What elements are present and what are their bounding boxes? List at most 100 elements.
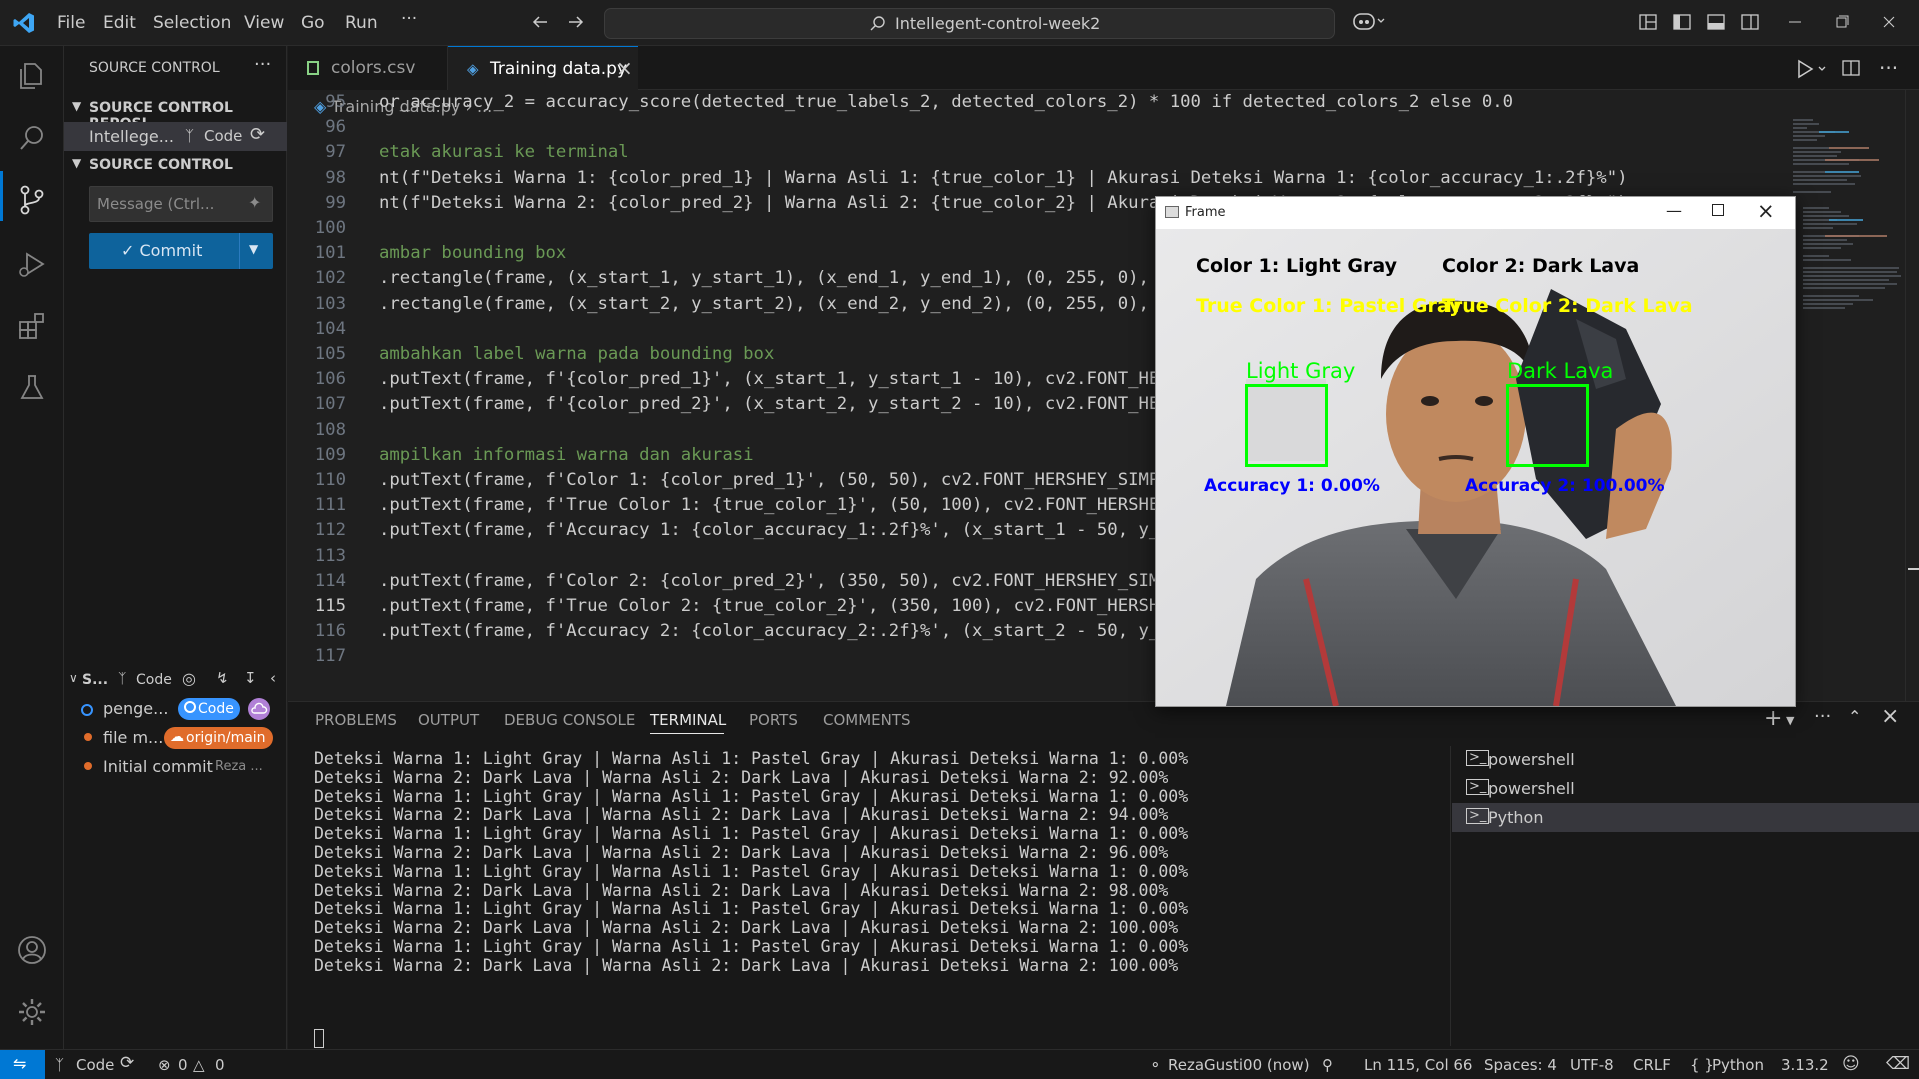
- restore-icon[interactable]: [1834, 12, 1850, 32]
- accounts-icon[interactable]: [16, 934, 48, 966]
- editor-scrollbar[interactable]: [1905, 90, 1919, 701]
- copilot-icon[interactable]: [1352, 10, 1386, 32]
- panel-more-icon[interactable]: ···: [1814, 706, 1831, 727]
- branch-icon: ᛉ: [118, 671, 127, 687]
- menu-go[interactable]: Go: [301, 13, 325, 33]
- sync-icon[interactable]: ⟳: [120, 1053, 134, 1073]
- manage-gear-icon[interactable]: [16, 996, 48, 1028]
- extensions-icon[interactable]: [16, 310, 48, 342]
- terminal-name: powershell: [1488, 779, 1575, 798]
- overlay-label-1: Light Gray: [1246, 359, 1356, 383]
- code-line[interactable]: 95 or_accuracy_2 = accuracy_score(detecte…: [288, 92, 1788, 117]
- frame-minimize-icon[interactable]: —: [1666, 201, 1682, 220]
- run-debug-icon[interactable]: [16, 248, 48, 280]
- menu-view[interactable]: View: [244, 13, 284, 33]
- status-position[interactable]: Ln 115, Col 66: [1364, 1056, 1472, 1074]
- terminal-list-item-active[interactable]: >_ Python: [1452, 803, 1919, 832]
- toggle-panel-icon[interactable]: [1706, 12, 1726, 32]
- split-editor-icon[interactable]: [1841, 58, 1861, 78]
- menu-run[interactable]: Run: [345, 13, 378, 33]
- close-panel-icon[interactable]: ×: [1881, 704, 1899, 729]
- code-line[interactable]: 98 nt(f"Deteksi Warna 1: {color_pred_1} |…: [288, 168, 1788, 193]
- commit-message-placeholder: Message (Ctrl...: [97, 195, 215, 213]
- copilot-status-icon[interactable]: ☺: [1842, 1054, 1860, 1074]
- close-tab-icon[interactable]: ×: [616, 56, 633, 80]
- tab-colors-csv[interactable]: colors.csv: [288, 46, 448, 90]
- repositories-section-header[interactable]: ▼ SOURCE CONTROL REPOSI...: [64, 94, 287, 132]
- terminal-dropdown-icon[interactable]: ▼: [1786, 714, 1794, 727]
- menu-file[interactable]: File: [57, 13, 85, 33]
- commit-button[interactable]: ✓ Commit ▼: [89, 233, 273, 269]
- line-number: 96: [325, 117, 346, 138]
- code-line[interactable]: 96: [288, 117, 1788, 142]
- more-actions-icon[interactable]: ‹: [270, 669, 276, 687]
- search-view-icon[interactable]: [16, 122, 48, 154]
- explorer-icon[interactable]: [16, 60, 48, 92]
- pull-icon[interactable]: ↧: [244, 669, 257, 687]
- overlay-label-2: Dark Lava: [1507, 359, 1614, 383]
- terminal-list-item[interactable]: >_ powershell: [1452, 745, 1919, 774]
- overlay-true-color-1: True Color 1: Pastel Gray: [1196, 295, 1462, 317]
- frame-title-bar[interactable]: Frame — ×: [1156, 197, 1795, 229]
- status-python-version[interactable]: 3.13.2: [1781, 1056, 1829, 1074]
- status-eol[interactable]: CRLF: [1633, 1056, 1671, 1074]
- status-bar: ⇋ ᛉ Code ⟳ ⊗ 0 △ 0 ⚬ RezaGusti00 (now) ⚲…: [0, 1049, 1919, 1079]
- fetch-icon[interactable]: ↯: [216, 669, 229, 687]
- terminal-list-item[interactable]: >_ powershell: [1452, 774, 1919, 803]
- frame-close-icon[interactable]: ×: [1757, 199, 1775, 223]
- target-icon[interactable]: ◎: [182, 669, 196, 688]
- status-language[interactable]: Python: [1712, 1056, 1764, 1074]
- tab-label: colors.csv: [331, 58, 416, 78]
- remote-indicator[interactable]: ⇋: [0, 1050, 45, 1079]
- opencv-frame-window[interactable]: Frame — × Color 1: Light Gray Color 2: D…: [1155, 196, 1796, 707]
- status-encoding[interactable]: UTF-8: [1570, 1056, 1614, 1074]
- sparkle-icon[interactable]: ✦: [248, 193, 261, 212]
- graph-section-header[interactable]: ∨ S... ᛉ Code ◎ ↯ ↧ ‹: [64, 666, 287, 695]
- graph-item[interactable]: penge... Code: [64, 695, 287, 724]
- graph-item[interactable]: Initial commit Reza ...: [64, 753, 287, 782]
- minimize-icon[interactable]: [1787, 12, 1803, 32]
- frame-maximize-icon[interactable]: [1712, 204, 1724, 216]
- status-spaces[interactable]: Spaces: 4: [1484, 1056, 1557, 1074]
- menu-more[interactable]: ···: [401, 9, 417, 29]
- status-errors[interactable]: 0: [178, 1056, 188, 1074]
- run-python-file-icon[interactable]: [1794, 58, 1830, 80]
- status-branch[interactable]: Code: [76, 1056, 114, 1074]
- toggle-primary-sidebar-icon[interactable]: [1672, 12, 1692, 32]
- editor-more-icon[interactable]: ···: [1879, 56, 1898, 80]
- sync-icon[interactable]: ⟳: [250, 124, 265, 145]
- source-control-icon[interactable]: [16, 184, 48, 216]
- command-center-search[interactable]: Intellegent-control-week2: [604, 8, 1335, 39]
- repository-item[interactable]: Intellege... ᛉ Code ⟳: [64, 122, 287, 151]
- menu-selection[interactable]: Selection: [153, 13, 231, 33]
- graph-item[interactable]: file m... origin/main ☁: [64, 724, 287, 753]
- commit-message-input[interactable]: Message (Ctrl... ✦: [89, 186, 273, 222]
- maximize-panel-icon[interactable]: ⌃: [1848, 707, 1861, 726]
- status-warnings[interactable]: 0: [215, 1056, 225, 1074]
- minimap[interactable]: [1789, 118, 1907, 318]
- terminal-line: Deteksi Warna 1: Light Gray | Warna Asli…: [314, 899, 1189, 919]
- graph-branch[interactable]: Code: [136, 672, 172, 688]
- sidebar-title: SOURCE CONTROL: [89, 60, 220, 76]
- toggle-secondary-sidebar-icon[interactable]: [1740, 12, 1760, 32]
- forward-arrow-icon[interactable]: [566, 12, 586, 32]
- line-number: 117: [314, 646, 346, 667]
- back-arrow-icon[interactable]: [530, 12, 550, 32]
- close-window-icon[interactable]: [1881, 12, 1897, 32]
- tab-training-data-py[interactable]: ◈ Training data.py ×: [448, 46, 638, 90]
- status-blame[interactable]: RezaGusti00 (now): [1168, 1056, 1310, 1074]
- code-line[interactable]: 97 etak akurasi ke terminal: [288, 142, 1788, 167]
- source-control-section-header[interactable]: ▼ SOURCE CONTROL: [64, 151, 287, 180]
- cloud-icon: ☁: [170, 729, 184, 745]
- braces-icon: { }: [1690, 1056, 1714, 1074]
- zoom-icon[interactable]: ⚲: [1322, 1056, 1333, 1074]
- testing-icon[interactable]: [16, 372, 48, 404]
- new-terminal-icon[interactable]: +: [1764, 706, 1782, 731]
- customize-layout-icon[interactable]: [1638, 12, 1658, 32]
- terminal-name: powershell: [1488, 750, 1575, 769]
- repository-branch[interactable]: Code: [204, 127, 242, 145]
- commit-dropdown-icon[interactable]: ▼: [249, 242, 258, 256]
- menu-edit[interactable]: Edit: [103, 13, 136, 33]
- sidebar-more-icon[interactable]: ···: [254, 54, 271, 75]
- notifications-bell-icon[interactable]: ⌫: [1886, 1054, 1910, 1074]
